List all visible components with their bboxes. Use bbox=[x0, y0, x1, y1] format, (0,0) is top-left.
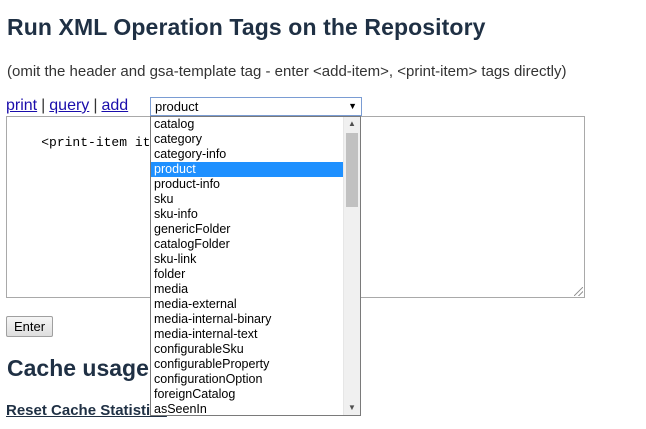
dropdown-option[interactable]: folder bbox=[151, 267, 343, 282]
item-type-select[interactable]: product ▼ bbox=[150, 97, 362, 116]
dropdown-scrollbar[interactable]: ▲ ▼ bbox=[343, 117, 360, 415]
dropdown-option[interactable]: catalog bbox=[151, 117, 343, 132]
dropdown-option[interactable]: media-internal-text bbox=[151, 327, 343, 342]
dropdown-option[interactable]: configurationOption bbox=[151, 372, 343, 387]
dropdown-arrow-icon: ▼ bbox=[348, 101, 357, 111]
dropdown-option[interactable]: configurableSku bbox=[151, 342, 343, 357]
reset-cache-statistics-link[interactable]: Reset Cache Statistics bbox=[6, 402, 167, 419]
dropdown-option[interactable]: product-info bbox=[151, 177, 343, 192]
dropdown-option[interactable]: sku bbox=[151, 192, 343, 207]
dropdown-option[interactable]: catalogFolder bbox=[151, 237, 343, 252]
enter-button[interactable]: Enter bbox=[6, 316, 54, 337]
scroll-down-arrow-icon[interactable]: ▼ bbox=[344, 401, 360, 415]
dropdown-option[interactable]: media-internal-binary bbox=[151, 312, 343, 327]
query-link[interactable]: query bbox=[49, 97, 89, 114]
resize-grip-icon[interactable] bbox=[574, 287, 583, 296]
page-title: Run XML Operation Tags on the Repository bbox=[7, 14, 486, 40]
link-separator: | bbox=[41, 97, 46, 114]
item-type-select-value: product bbox=[155, 99, 199, 114]
link-separator: | bbox=[93, 97, 98, 114]
dropdown-option[interactable]: genericFolder bbox=[151, 222, 343, 237]
dropdown-option[interactable]: media-external bbox=[151, 297, 343, 312]
scroll-up-arrow-icon[interactable]: ▲ bbox=[344, 117, 360, 131]
item-type-dropdown-list[interactable]: catalog category category-info product produ… bbox=[150, 116, 361, 416]
dropdown-option[interactable]: asSeenIn bbox=[151, 402, 343, 415]
add-link[interactable]: add bbox=[101, 97, 128, 114]
dropdown-option[interactable]: configurableProperty bbox=[151, 357, 343, 372]
dropdown-option[interactable]: media bbox=[151, 282, 343, 297]
mode-links: print | query | add bbox=[6, 97, 128, 115]
dropdown-option[interactable]: sku-link bbox=[151, 252, 343, 267]
cache-usage-heading: Cache usage bbox=[7, 355, 149, 381]
dropdown-option[interactable]: foreignCatalog bbox=[151, 387, 343, 402]
page-subtitle: (omit the header and gsa-template tag - … bbox=[7, 63, 567, 80]
dropdown-options: catalog category category-info product produ… bbox=[151, 117, 343, 415]
print-link[interactable]: print bbox=[6, 97, 37, 114]
dropdown-option[interactable]: category bbox=[151, 132, 343, 147]
scroll-thumb[interactable] bbox=[346, 133, 358, 207]
dropdown-option[interactable]: product bbox=[151, 162, 343, 177]
page: Run XML Operation Tags on the Repository… bbox=[0, 0, 646, 429]
dropdown-option[interactable]: sku-info bbox=[151, 207, 343, 222]
dropdown-option[interactable]: category-info bbox=[151, 147, 343, 162]
